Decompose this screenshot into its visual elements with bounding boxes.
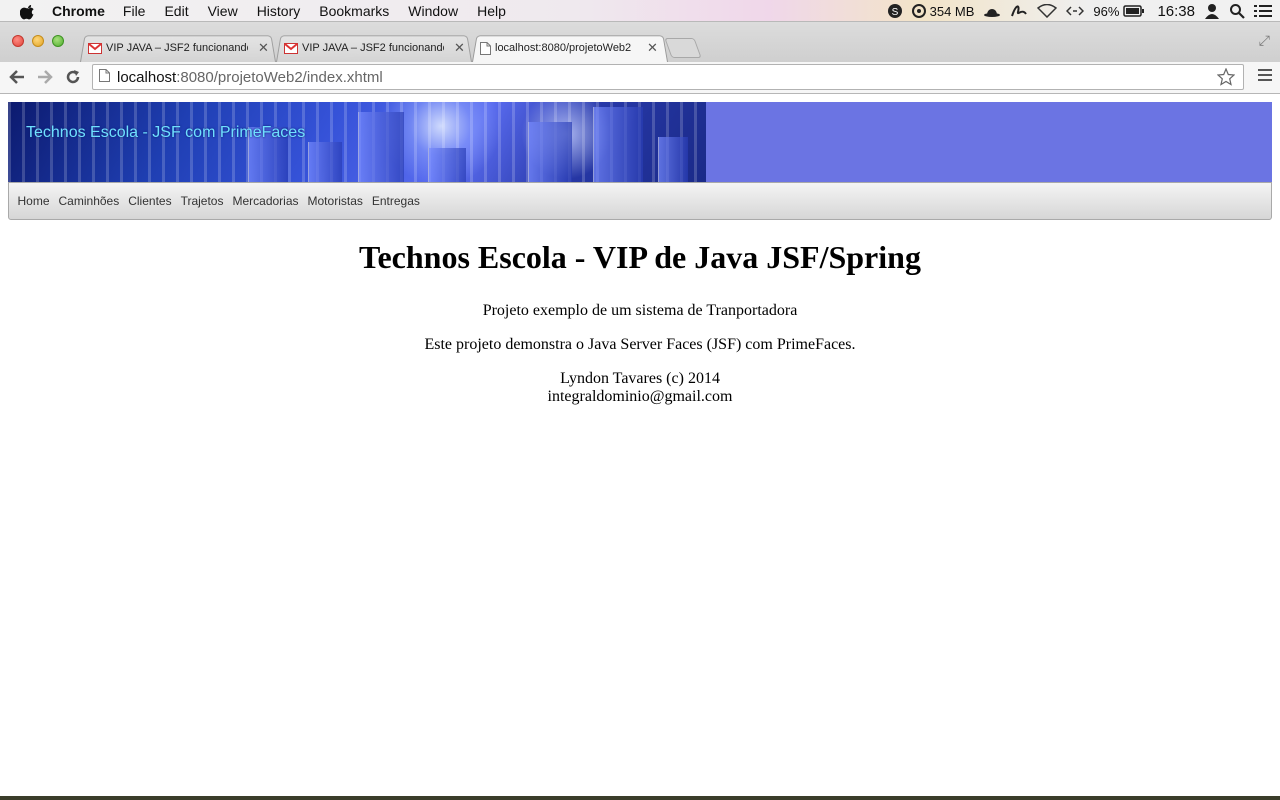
tab-3-active[interactable]: localhost:8080/projetoWeb2 ✕ [480, 34, 658, 62]
tab-2-close-icon[interactable]: ✕ [454, 40, 465, 56]
memory-value: 354 MB [929, 3, 975, 19]
main-menubar: Home Caminhões Clientes Trajetos Mercado… [8, 182, 1272, 220]
menu-clientes[interactable]: Clientes [124, 194, 176, 208]
url-host: localhost [117, 68, 177, 86]
page-heading: Technos Escola - VIP de Java JSF/Spring [359, 239, 921, 275]
banner-title: Technos Escola - JSF com PrimeFaces [26, 124, 306, 141]
menu-mercadorias[interactable]: Mercadorias [228, 194, 303, 208]
menu-home[interactable]: Home [13, 194, 54, 208]
gmail-icon [284, 42, 298, 54]
description-line-2: Este projeto demonstra o Java Server Fac… [424, 336, 856, 353]
reload-button[interactable] [62, 66, 84, 88]
wifi-icon[interactable] [1037, 4, 1058, 18]
svg-text:S: S [891, 7, 898, 18]
apple-menu-icon[interactable] [18, 1, 38, 21]
description-line-1: Projeto exemplo de um sistema de Tranpor… [482, 302, 798, 319]
back-button[interactable] [6, 66, 28, 88]
chrome-menu-icon[interactable] [1258, 69, 1272, 84]
menu-window[interactable]: Window [408, 3, 458, 19]
forward-button[interactable] [34, 66, 56, 88]
signature-icon[interactable] [1010, 4, 1028, 18]
forward-arrow-icon [38, 70, 53, 84]
page-viewport: Technos Escola - JSF com PrimeFaces Home… [0, 94, 1280, 800]
desktop-edge [0, 796, 1280, 800]
tab-3-close-icon[interactable]: ✕ [647, 40, 658, 56]
page-icon [480, 41, 491, 55]
author-email: integraldominio@gmail.com [547, 388, 733, 405]
fullscreen-icon[interactable]: ⤢ [1259, 32, 1270, 49]
clock[interactable]: 16:38 [1157, 3, 1195, 20]
user-icon[interactable] [1204, 3, 1220, 19]
status-area: S 354 MB 96% 16:38 [878, 0, 1272, 22]
battery-icon [1123, 5, 1145, 17]
new-tab-button[interactable] [664, 38, 702, 58]
menu-entregas[interactable]: Entregas [367, 194, 424, 208]
menu-history[interactable]: History [257, 3, 301, 19]
address-bar[interactable]: localhost:8080/projetoWeb2/index.xhtml [92, 64, 1244, 90]
macos-menu-bar: Chrome File Edit View History Bookmarks … [0, 0, 1280, 22]
bookmark-star-icon[interactable] [1216, 67, 1236, 90]
menu-trajetos[interactable]: Trajetos [176, 194, 228, 208]
tab-3-label: localhost:8080/projetoWeb2 [495, 42, 632, 54]
tab-1-close-icon[interactable]: ✕ [258, 40, 269, 56]
battery-status[interactable]: 96% [1093, 4, 1145, 19]
menu-view[interactable]: View [208, 3, 238, 19]
memory-monitor[interactable]: 354 MB [911, 3, 975, 19]
hat-icon[interactable] [983, 5, 1001, 17]
url-path: :8080/projetoWeb2/index.xhtml [176, 68, 383, 86]
skype-icon[interactable]: S [887, 3, 903, 19]
menu-file[interactable]: File [123, 3, 146, 19]
tab-2-label: VIP JAVA – JSF2 funcionando [302, 42, 444, 54]
tab-1[interactable]: VIP JAVA – JSF2 funcionando ✕ [88, 34, 269, 62]
gmail-icon [88, 42, 102, 54]
menu-bookmarks[interactable]: Bookmarks [319, 3, 389, 19]
menu-edit[interactable]: Edit [164, 3, 188, 19]
author-line: Lyndon Tavares (c) 2014 [560, 370, 720, 387]
header-banner: Technos Escola - JSF com PrimeFaces [8, 102, 1272, 182]
menu-motoristas[interactable]: Motoristas [303, 194, 367, 208]
spotlight-search-icon[interactable] [1229, 3, 1245, 19]
code-arrows-icon[interactable] [1066, 6, 1085, 16]
page-icon [99, 68, 110, 86]
zoom-window-button[interactable] [52, 35, 64, 47]
battery-percent: 96% [1093, 3, 1120, 19]
main-content: Technos Escola - VIP de Java JSF/Spring … [0, 239, 1280, 406]
banner-image [8, 102, 706, 182]
menu-app-name[interactable]: Chrome [52, 3, 105, 19]
notification-center-icon[interactable] [1254, 4, 1272, 18]
minimize-window-button[interactable] [32, 35, 44, 47]
back-arrow-icon [9, 70, 24, 84]
reload-icon [66, 70, 80, 84]
browser-tab-strip: VIP JAVA – JSF2 funcionando ✕ VIP JAVA –… [0, 22, 1280, 62]
tab-2[interactable]: VIP JAVA – JSF2 funcionando ✕ [284, 34, 465, 62]
tab-1-label: VIP JAVA – JSF2 funcionando [106, 42, 248, 54]
close-window-button[interactable] [12, 35, 24, 47]
menu-caminhoes[interactable]: Caminhões [54, 194, 124, 208]
menu-help[interactable]: Help [477, 3, 506, 19]
browser-toolbar: localhost:8080/projetoWeb2/index.xhtml [0, 62, 1280, 94]
